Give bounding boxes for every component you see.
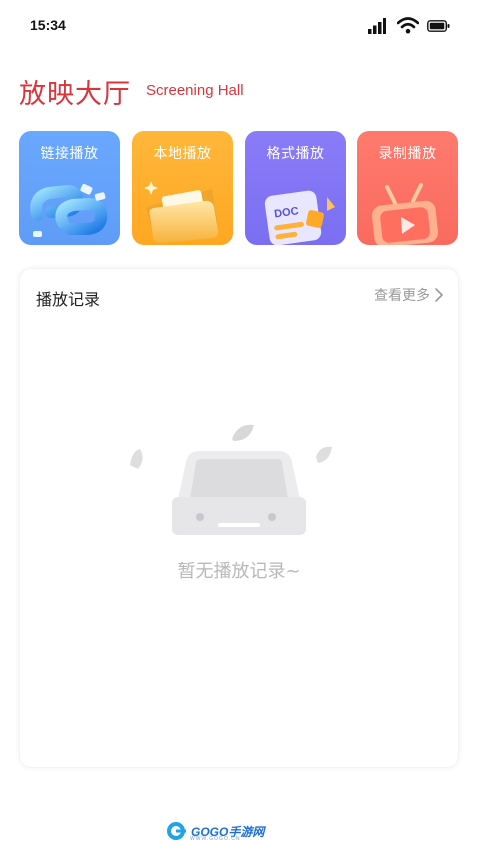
view-more-label: 查看更多 (374, 288, 430, 304)
play-history-title: 播放记录 (36, 290, 101, 309)
watermark-subtext: WWW.GOGO.CN (190, 836, 241, 842)
play-history-panel: 播放记录 查看更多 暂无播放记录~ (19, 268, 459, 768)
battery-icon (427, 20, 450, 32)
empty-inbox-icon (130, 424, 332, 535)
link-play-card[interactable]: 链接播放 (19, 131, 120, 245)
local-play-card[interactable]: 本地播放 (132, 131, 233, 245)
empty-history-text: 暂无播放记录~ (177, 561, 301, 582)
status-time: 15:34 (30, 17, 66, 33)
chevron-right-icon (435, 288, 443, 302)
link-play-label: 链接播放 (40, 146, 99, 162)
cellular-signal-icon (368, 18, 386, 34)
local-play-label: 本地播放 (153, 146, 212, 162)
view-more-button[interactable]: 查看更多 (374, 285, 444, 305)
record-play-label: 录制播放 (378, 146, 437, 162)
watermark-e-icon (167, 822, 186, 840)
page-subtitle: Screening Hall (146, 82, 244, 99)
page-title: 放映大厅 (19, 79, 131, 110)
format-play-card[interactable]: DOC 格式播放 (245, 131, 346, 245)
status-bar: 15:34 (0, 0, 478, 52)
format-play-label: 格式播放 (266, 146, 325, 162)
wifi-icon (397, 17, 419, 34)
record-play-card[interactable]: 录制播放 (357, 131, 458, 245)
